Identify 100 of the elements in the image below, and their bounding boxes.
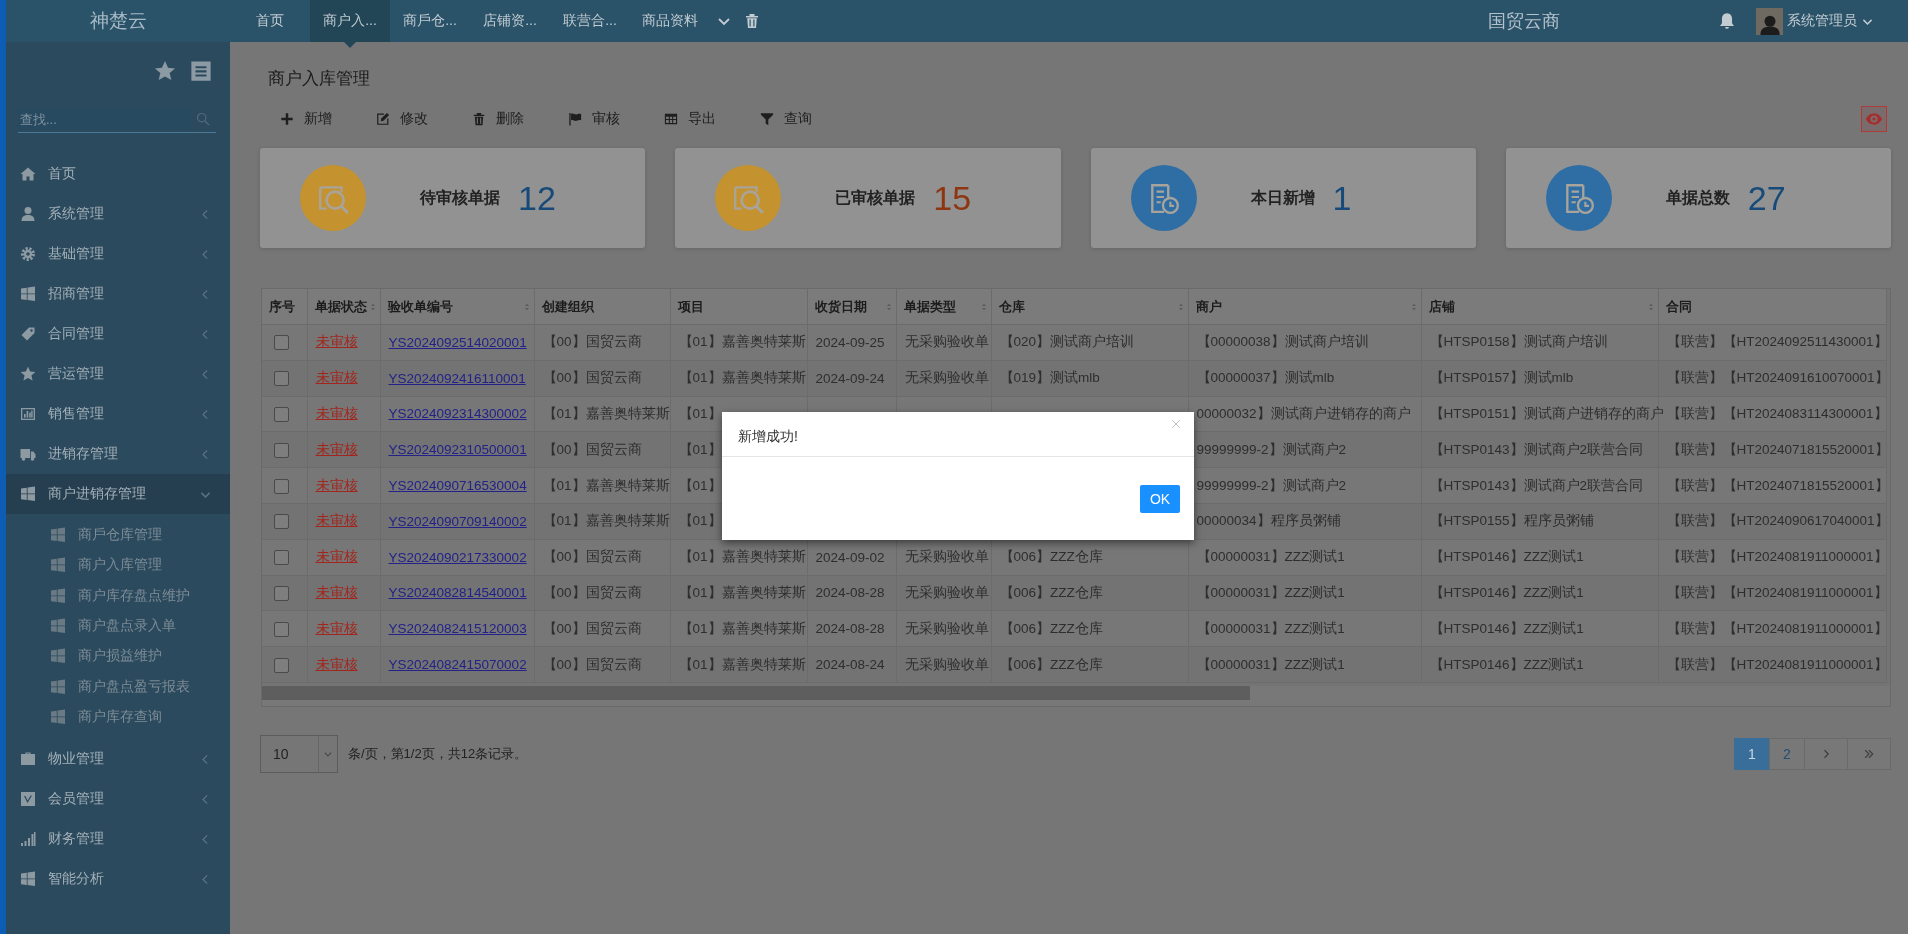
toolbar-button[interactable]: 删除 bbox=[452, 110, 548, 128]
menu-item[interactable]: 基础管理 bbox=[6, 234, 230, 274]
row-checkbox[interactable] bbox=[274, 585, 289, 601]
toolbar-button[interactable]: 新增 bbox=[260, 110, 356, 128]
page-button[interactable]: 1 bbox=[1734, 737, 1770, 770]
document-number-link[interactable]: YS2024092416110001 bbox=[388, 370, 526, 386]
toolbar-button[interactable]: 审核 bbox=[548, 110, 644, 128]
toolbar-button[interactable]: 修改 bbox=[356, 110, 452, 128]
scrollbar-thumb[interactable] bbox=[262, 685, 1250, 700]
row-checkbox[interactable] bbox=[274, 335, 289, 351]
document-number-link[interactable]: YS2024090217330002 bbox=[388, 549, 527, 565]
document-number-link[interactable]: YS2024082415070002 bbox=[388, 657, 527, 673]
menu-item[interactable]: 合同管理 bbox=[6, 314, 230, 354]
briefcase-icon bbox=[20, 751, 36, 768]
table-cell: 无采购验收单 bbox=[904, 370, 989, 386]
page-button[interactable]: 2 bbox=[1769, 737, 1805, 770]
pagination-summary: 条/页，第1/2页，共12条记录。 bbox=[348, 744, 528, 763]
row-checkbox[interactable] bbox=[274, 371, 289, 387]
eye-icon bbox=[1865, 110, 1883, 128]
menu-item[interactable]: 招商管理 bbox=[6, 274, 230, 314]
menu-item[interactable]: 首页 bbox=[6, 154, 230, 194]
nav-tab[interactable]: 联营合... bbox=[550, 0, 630, 42]
row-checkbox[interactable] bbox=[274, 442, 289, 458]
next-page-button[interactable] bbox=[1804, 737, 1848, 770]
column-header[interactable]: 单据状态 bbox=[307, 289, 380, 325]
table-cell: 【00000031】ZZZ测试1 bbox=[1196, 584, 1345, 600]
row-checkbox[interactable] bbox=[274, 621, 289, 637]
row-checkbox[interactable] bbox=[274, 550, 289, 566]
column-header[interactable]: 店铺 bbox=[1421, 289, 1658, 325]
table-cell: 2024-08-28 bbox=[815, 585, 885, 601]
row-checkbox[interactable] bbox=[274, 514, 289, 530]
menu-item[interactable]: 智能分析 bbox=[6, 859, 230, 900]
close-button[interactable] bbox=[1170, 418, 1182, 430]
stat-label: 待审核单据 bbox=[420, 187, 500, 208]
table-icon bbox=[664, 112, 678, 126]
table-cell: 【00】国贸云商 bbox=[542, 656, 642, 672]
table-cell: 00000032】测试商户进销存的商户 bbox=[1196, 406, 1411, 421]
row-checkbox[interactable] bbox=[274, 657, 289, 673]
column-header[interactable]: 商户 bbox=[1188, 289, 1421, 325]
toggle-visibility-button[interactable] bbox=[1861, 106, 1887, 132]
table-cell: 2024-09-02 bbox=[815, 549, 885, 565]
document-number-link[interactable]: YS2024092310500001 bbox=[388, 442, 527, 458]
table-cell: 【01】嘉善奥特莱斯 bbox=[678, 549, 806, 565]
submenu-item[interactable]: 商户盘点录入单 bbox=[6, 610, 230, 642]
ok-button[interactable]: OK bbox=[1140, 484, 1180, 513]
table-cell: 【HTSP0158】测试商户培训 bbox=[1429, 334, 1608, 350]
menu-item[interactable]: 财务管理 bbox=[6, 819, 230, 860]
table-cell: 【HTSP0146】ZZZ测试1 bbox=[1429, 656, 1584, 672]
submenu-item[interactable]: 商户损益维护 bbox=[6, 641, 230, 672]
stat-label: 单据总数 bbox=[1665, 187, 1730, 208]
grid-icon bbox=[50, 527, 66, 544]
table-cell: 【00】国贸云商 bbox=[542, 370, 642, 386]
document-number-link[interactable]: YS2024082814540001 bbox=[388, 585, 527, 601]
submenu-item[interactable]: 商戶仓库管理 bbox=[6, 520, 230, 551]
table-cell: 【00000031】ZZZ测试1 bbox=[1196, 656, 1345, 672]
nav-tab[interactable]: 首页 bbox=[230, 0, 310, 42]
document-number-link[interactable]: YS2024092314300002 bbox=[388, 406, 527, 422]
document-number-link[interactable]: YS2024082415120003 bbox=[388, 621, 527, 637]
horizontal-scrollbar[interactable] bbox=[262, 685, 1890, 706]
menu-item[interactable]: 销售管理 bbox=[6, 394, 230, 434]
last-page-button[interactable] bbox=[1847, 737, 1891, 770]
document-number-link[interactable]: YS2024092514020001 bbox=[388, 334, 527, 350]
menu-item[interactable]: 商户进销存管理 bbox=[6, 474, 230, 514]
toolbar-button[interactable]: 查询 bbox=[740, 110, 836, 128]
column-header[interactable]: 验收单编号 bbox=[380, 289, 534, 325]
toolbar-button[interactable]: 导出 bbox=[644, 110, 740, 128]
column-header[interactable]: 仓库 bbox=[991, 289, 1188, 325]
stat-value: 27 bbox=[1747, 178, 1786, 218]
menu-item[interactable]: 物业管理 bbox=[6, 739, 230, 780]
v-logo-icon bbox=[20, 791, 36, 808]
user-name[interactable]: 系统管理员 bbox=[1787, 12, 1857, 30]
stat-label: 已审核单据 bbox=[835, 187, 916, 208]
menu-item[interactable]: 营运管理 bbox=[6, 354, 230, 394]
submenu-item[interactable]: 商户盘点盈亏报表 bbox=[6, 671, 230, 702]
row-checkbox[interactable] bbox=[274, 478, 289, 494]
avatar-icon[interactable] bbox=[1756, 7, 1783, 35]
table-cell: 【HTSP0157】测试mlb bbox=[1429, 370, 1574, 386]
document-number-link[interactable]: YS2024090716530004 bbox=[388, 478, 527, 494]
page-size-select[interactable]: 10 bbox=[260, 734, 338, 773]
table-cell: 2024-09-25 bbox=[815, 334, 885, 350]
row-checkbox[interactable] bbox=[274, 406, 289, 422]
nav-tab[interactable]: 店铺资... bbox=[470, 0, 550, 42]
nav-tab[interactable]: 商品资料 bbox=[630, 0, 710, 42]
column-header[interactable]: 收货日期 bbox=[807, 289, 896, 325]
table-cell: 【01】嘉善奥特莱斯 bbox=[542, 406, 670, 421]
table-cell: 【01】 bbox=[678, 441, 722, 457]
submenu-item[interactable]: 商户库存查询 bbox=[6, 701, 230, 733]
submenu-item[interactable]: 商户库存盘点维护 bbox=[6, 580, 230, 611]
table-cell: 【联营】【HT2024071815520001】 bbox=[1666, 441, 1889, 457]
menu-item[interactable]: 系统管理 bbox=[6, 194, 230, 234]
submenu-item[interactable]: 商户入库管理 bbox=[6, 550, 230, 581]
table-cell: 2024-08-24 bbox=[815, 657, 885, 673]
column-header[interactable]: 单据类型 bbox=[896, 289, 991, 325]
document-number-link[interactable]: YS2024090709140002 bbox=[388, 513, 527, 529]
menu-item[interactable]: 进销存管理 bbox=[6, 434, 230, 474]
star-icon bbox=[20, 366, 36, 382]
table-cell: 【00】国贸云商 bbox=[542, 334, 642, 350]
menu-item[interactable]: 会员管理 bbox=[6, 779, 230, 820]
nav-tab[interactable]: 商戶仓... bbox=[390, 0, 470, 42]
table-cell: 【01】嘉善奥特莱斯 bbox=[678, 584, 806, 600]
